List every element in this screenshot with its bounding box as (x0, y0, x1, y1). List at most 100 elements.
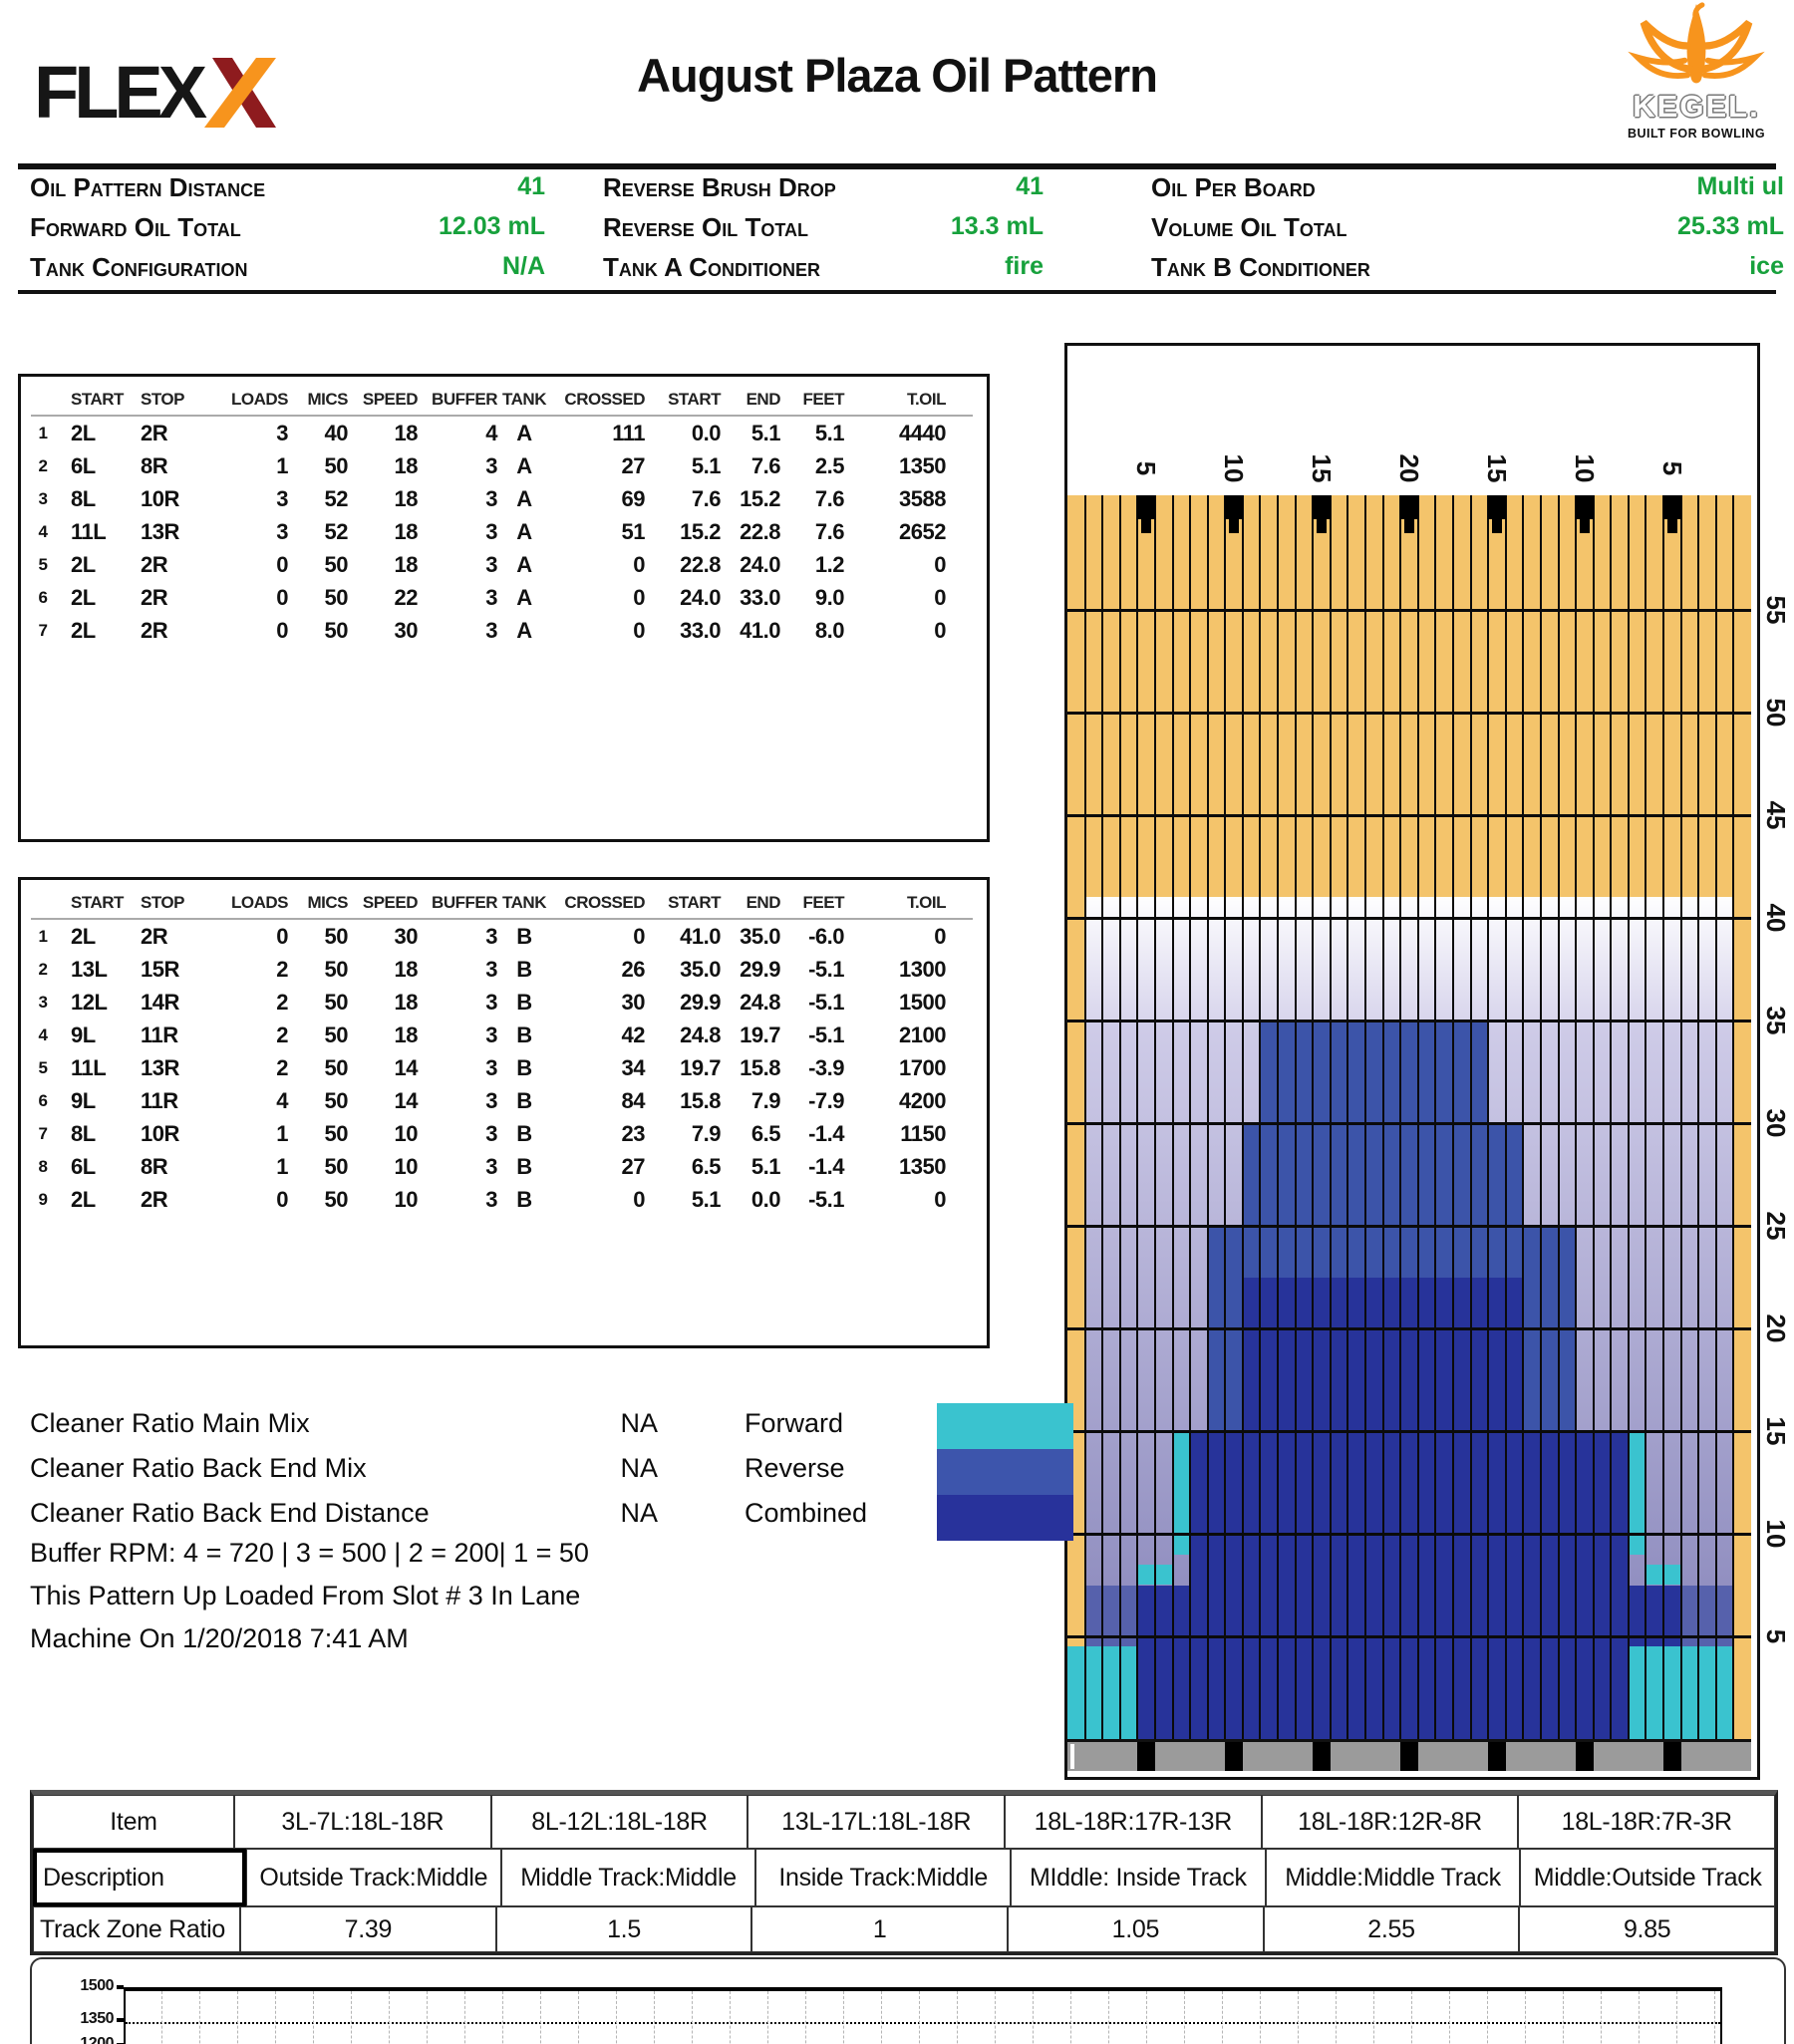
info-value: fire (757, 252, 1044, 281)
table-cell: 2R (135, 421, 218, 446)
table-cell: 5.1 (721, 421, 780, 446)
cleaner-ratio-label: Cleaner Ratio Back End Mix (30, 1453, 367, 1484)
board-separator (1575, 495, 1577, 1739)
board-marker-notch (1317, 519, 1328, 533)
reverse-table-row: 49L11R250183B4224.819.7-5.12100 (21, 1019, 987, 1051)
table-cell: 3 (218, 519, 288, 545)
table-cell: 29.9 (721, 957, 780, 983)
table-cell: -5.1 (780, 1022, 844, 1048)
table-cell: 2L (65, 585, 135, 611)
table-cell: 14R (135, 990, 218, 1016)
row-number: 4 (21, 1025, 65, 1045)
table-cell: 0 (218, 924, 288, 950)
track-zone-cell: Outside Track:Middle (246, 1849, 501, 1906)
table-cell: 4200 (844, 1088, 946, 1114)
flex-logo: FLEX (34, 50, 276, 135)
table-cell: 2L (65, 618, 135, 644)
track-zone-header: 13L-17L:18L-18R (748, 1795, 1005, 1849)
row-number: 2 (21, 960, 65, 980)
column-header: STOP (135, 893, 218, 913)
table-header-row: STARTSTOPLOADSMICSSPEEDBUFFERTANKCROSSED… (21, 888, 987, 918)
column-header: START (645, 390, 721, 410)
row-number: 8 (21, 1157, 65, 1177)
tape-vertical-gridline (1676, 1991, 1677, 2044)
table-cell: -6.0 (780, 924, 844, 950)
info-value: 25.33 mL (1415, 212, 1784, 241)
track-zone-cell: 1 (751, 1906, 1008, 1952)
cleaner-ratio-value: NA (578, 1498, 658, 1529)
table-cell: 30 (348, 618, 418, 644)
track-zone-header: Item (33, 1795, 234, 1849)
track-zone-row: Track Zone Ratio7.391.511.052.559.85 (33, 1906, 1775, 1952)
pattern-rect (1629, 1431, 1646, 1555)
distance-gridline (1067, 1020, 1751, 1022)
table-cell: 13L (65, 957, 135, 983)
info-value: Multi ul (1415, 172, 1784, 201)
table-cell: 27 (551, 1154, 645, 1180)
tape-vertical-gridline (767, 1991, 768, 2044)
board-separator (1119, 495, 1121, 1739)
table-cell: 2100 (844, 1022, 946, 1048)
board-separator (1628, 495, 1630, 1739)
column-header: LOADS (218, 893, 288, 913)
reverse-table-row: 86L8R150103B276.55.1-1.41350 (21, 1150, 987, 1183)
bar-marker (1663, 1742, 1681, 1771)
table-cell: 41.0 (645, 924, 721, 950)
tape-vertical-gridline (1525, 1991, 1526, 2044)
board-marker (1137, 495, 1155, 519)
table-cell: 8R (135, 1154, 218, 1180)
distance-label: 35 (1756, 1001, 1794, 1040)
board-separator (1540, 495, 1542, 1739)
board-number-label: 20 (1389, 448, 1429, 488)
table-cell: 0 (218, 585, 288, 611)
tape-vertical-gridline (540, 1991, 541, 2044)
table-cell: 5.1 (780, 421, 844, 446)
row-number: 7 (21, 1124, 65, 1144)
table-cell: A (497, 519, 551, 545)
table-cell: 2L (65, 1187, 135, 1213)
forward-table-row: 26L8R150183A275.17.62.51350 (21, 449, 987, 482)
row-number: 5 (21, 555, 65, 575)
track-zone-cell: 1.5 (496, 1906, 752, 1952)
table-cell: 3 (418, 957, 497, 983)
table-cell: 2R (135, 924, 218, 950)
table-cell: 29.9 (645, 990, 721, 1016)
legend-label: Reverse (745, 1453, 845, 1484)
distance-gridline (1067, 917, 1751, 920)
table-cell: 3 (418, 552, 497, 578)
board-marker (1488, 495, 1506, 519)
distance-gridline (1067, 1122, 1751, 1125)
board-separator (1715, 495, 1717, 1739)
table-cell: A (497, 421, 551, 446)
table-cell: 3 (418, 585, 497, 611)
table-cell: 41.0 (721, 618, 780, 644)
table-cell: -3.9 (780, 1055, 844, 1081)
info-value: N/A (286, 252, 545, 281)
board-number-label: 5 (1126, 448, 1166, 488)
board-separator (1330, 495, 1332, 1739)
tape-axis-label: 1500 (60, 1977, 114, 1995)
forward-oil-table: STARTSTOPLOADSMICSSPEEDBUFFERTANKCROSSED… (18, 374, 990, 842)
tape-vertical-gridline (1639, 1991, 1640, 2044)
tape-vertical-gridline (351, 1991, 352, 2044)
table-cell: 1 (218, 1121, 288, 1147)
tape-vertical-gridline (1336, 1991, 1337, 2044)
tape-vertical-gridline (1260, 1991, 1261, 2044)
table-cell: 2L (65, 552, 135, 578)
board-separator (1242, 495, 1244, 1739)
table-cell: 0 (844, 618, 946, 644)
table-cell: 3 (418, 1121, 497, 1147)
track-zone-row: Item3L-7L:18L-18R8L-12L:18L-18R13L-17L:1… (33, 1795, 1775, 1849)
legend-swatch-reverse (937, 1449, 1073, 1495)
table-cell: 3 (418, 486, 497, 512)
tape-graph-plot (124, 1987, 1722, 2044)
distance-label: 50 (1756, 693, 1794, 732)
board-marker (1400, 495, 1418, 519)
table-cell: 50 (288, 1088, 348, 1114)
row-number: 2 (21, 456, 65, 476)
table-cell: 52 (288, 486, 348, 512)
tape-vertical-gridline (730, 1991, 731, 2044)
table-cell: 50 (288, 924, 348, 950)
table-cell: 8L (65, 1121, 135, 1147)
table-cell: 18 (348, 486, 418, 512)
